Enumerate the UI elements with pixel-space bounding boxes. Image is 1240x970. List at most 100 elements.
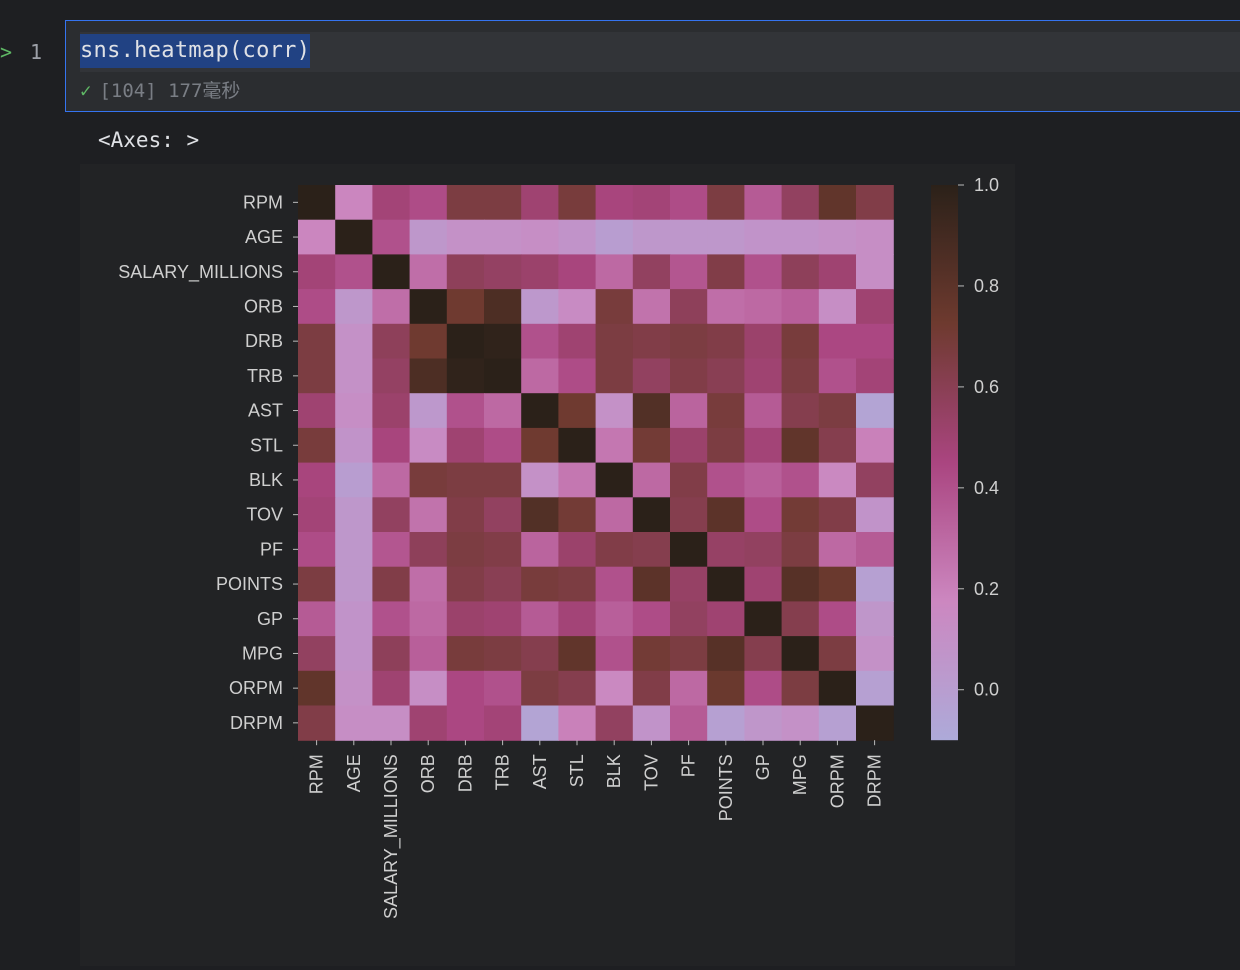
heatmap-cell-AGE-TOV bbox=[632, 219, 671, 255]
heatmap-cell-STL-GP bbox=[744, 427, 783, 464]
line-number: 1 bbox=[30, 40, 43, 64]
heatmap-cell-TOV-PF bbox=[670, 497, 708, 533]
heatmap-cell-AST-DRB bbox=[446, 393, 485, 429]
heatmap-cell-MPG-AGE bbox=[335, 636, 373, 672]
heatmap-cell-GP-SALARY_MILLIONS bbox=[372, 601, 411, 637]
y-tick-label: STL bbox=[250, 435, 283, 455]
heatmap-cell-TRB-AGE bbox=[335, 358, 373, 394]
heatmap-cell-AGE-POINTS bbox=[707, 219, 745, 255]
heatmap-cell-MPG-AST bbox=[521, 636, 559, 672]
code-editor-line[interactable]: sns.heatmap(corr) bbox=[80, 32, 1240, 72]
heatmap-cell-GP-POINTS bbox=[707, 601, 745, 637]
x-tick-label: ORB bbox=[418, 754, 438, 793]
heatmap-cell-AGE-DRPM bbox=[856, 219, 894, 255]
heatmap-cell-ORPM-DRPM bbox=[856, 670, 894, 707]
heatmap-cell-DRPM-ORPM bbox=[818, 705, 857, 741]
colorbar-tick-label: 1.0 bbox=[974, 175, 999, 195]
heatmap-cell-ORPM-PF bbox=[670, 670, 708, 707]
heatmap-cell-MPG-TRB bbox=[484, 636, 522, 672]
heatmap-cell-TRB-TOV bbox=[632, 358, 671, 394]
heatmap-cell-SALARY_MILLIONS-DRPM bbox=[856, 254, 894, 290]
y-tick-label: PF bbox=[260, 539, 283, 559]
heatmap-cell-SALARY_MILLIONS-BLK bbox=[595, 254, 634, 290]
heatmap-cell-TOV-DRB bbox=[446, 497, 485, 533]
heatmap-cell-GP-DRPM bbox=[856, 601, 894, 637]
heatmap-cell-POINTS-ORPM bbox=[818, 566, 857, 602]
heatmap-cell-SALARY_MILLIONS-ORPM bbox=[818, 254, 857, 290]
heatmap-cell-AST-MPG bbox=[781, 393, 820, 429]
heatmap-cell-STL-TOV bbox=[632, 427, 671, 464]
heatmap-cell-DRB-RPM bbox=[298, 323, 336, 360]
heatmap-cell-DRB-MPG bbox=[781, 323, 820, 360]
heatmap-cell-DRPM-AST bbox=[521, 705, 559, 741]
heatmap-cell-DRPM-RPM bbox=[298, 705, 336, 741]
heatmap-cell-DRPM-AGE bbox=[335, 705, 373, 741]
heatmap-cell-STL-PF bbox=[670, 427, 708, 464]
heatmap-cell-DRB-DRPM bbox=[856, 323, 894, 360]
heatmap-cell-POINTS-MPG bbox=[781, 566, 820, 602]
heatmap-cell-AGE-MPG bbox=[781, 219, 820, 255]
heatmap-cell-ORPM-POINTS bbox=[707, 670, 745, 707]
y-tick-label: AST bbox=[248, 401, 283, 421]
heatmap-cell-TOV-AST bbox=[521, 497, 559, 533]
heatmap-cell-SALARY_MILLIONS-TRB bbox=[484, 254, 522, 290]
heatmap-cell-BLK-RPM bbox=[298, 462, 336, 498]
heatmap-cell-POINTS-POINTS bbox=[707, 566, 745, 602]
heatmap-cell-AST-POINTS bbox=[707, 393, 745, 429]
heatmap-cell-STL-ORB bbox=[409, 427, 448, 464]
heatmap-cell-ORPM-STL bbox=[558, 670, 597, 707]
heatmap-cell-POINTS-GP bbox=[744, 566, 783, 602]
heatmap-cell-ORB-PF bbox=[670, 289, 708, 325]
code-cell[interactable]: sns.heatmap(corr) ✓ [104] 177毫秒 bbox=[65, 20, 1240, 112]
x-tick-label: TOV bbox=[641, 754, 661, 791]
heatmap-cell-GP-TOV bbox=[632, 601, 671, 637]
heatmap-cell-RPM-STL bbox=[558, 185, 597, 221]
run-cell-arrow-icon[interactable]: > bbox=[0, 40, 16, 64]
heatmap-cell-GP-AGE bbox=[335, 601, 373, 637]
heatmap-cell-DRB-GP bbox=[744, 323, 783, 360]
y-tick-label: TRB bbox=[247, 366, 283, 386]
heatmap-cell-STL-ORPM bbox=[818, 427, 857, 464]
heatmap-cell-AST-TOV bbox=[632, 393, 671, 429]
heatmap-cell-RPM-BLK bbox=[595, 185, 634, 221]
heatmap-cell-AST-AST bbox=[521, 393, 559, 429]
heatmap-cell-GP-MPG bbox=[781, 601, 820, 637]
y-tick-label: BLK bbox=[249, 470, 283, 490]
code-text[interactable]: sns.heatmap(corr) bbox=[80, 34, 311, 68]
x-tick-label: DRPM bbox=[865, 754, 885, 807]
heatmap-cell-POINTS-SALARY_MILLIONS bbox=[372, 566, 411, 602]
heatmap-cell-BLK-DRPM bbox=[856, 462, 894, 498]
heatmap-cell-STL-AGE bbox=[335, 427, 373, 464]
heatmap-cell-BLK-MPG bbox=[781, 462, 820, 498]
x-tick-label: RPM bbox=[307, 754, 327, 794]
heatmap-cell-SALARY_MILLIONS-RPM bbox=[298, 254, 336, 290]
heatmap-cell-RPM-DRB bbox=[446, 185, 485, 221]
x-tick-label: MPG bbox=[790, 754, 810, 795]
heatmap-cell-STL-DRPM bbox=[856, 427, 894, 464]
heatmap-cell-BLK-ORPM bbox=[818, 462, 857, 498]
heatmap-cell-GP-ORB bbox=[409, 601, 448, 637]
heatmap-cell-POINTS-STL bbox=[558, 566, 597, 602]
heatmap-cell-RPM-MPG bbox=[781, 185, 820, 221]
y-tick-label: POINTS bbox=[216, 574, 283, 594]
heatmap-cell-TRB-MPG bbox=[781, 358, 820, 394]
heatmap-cell-TOV-TRB bbox=[484, 497, 522, 533]
heatmap-cell-SALARY_MILLIONS-ORB bbox=[409, 254, 448, 290]
heatmap-cell-MPG-STL bbox=[558, 636, 597, 672]
heatmap-cell-POINTS-AGE bbox=[335, 566, 373, 602]
heatmap-cell-MPG-MPG bbox=[781, 636, 820, 672]
heatmap-cell-ORPM-BLK bbox=[595, 670, 634, 707]
heatmap-cell-AGE-AST bbox=[521, 219, 559, 255]
heatmap-cell-BLK-GP bbox=[744, 462, 783, 498]
heatmap-cell-AST-PF bbox=[670, 393, 708, 429]
heatmap-cell-ORPM-TOV bbox=[632, 670, 671, 707]
heatmap-cell-PF-SALARY_MILLIONS bbox=[372, 532, 411, 568]
heatmap-cell-ORB-TRB bbox=[484, 289, 522, 325]
heatmap-cell-TRB-ORPM bbox=[818, 358, 857, 394]
x-tick-label: AST bbox=[530, 754, 550, 789]
heatmap-cell-SALARY_MILLIONS-AST bbox=[521, 254, 559, 290]
colorbar-tick-label: 0.2 bbox=[974, 579, 999, 599]
heatmap-cell-MPG-RPM bbox=[298, 636, 336, 672]
heatmap-cell-SALARY_MILLIONS-STL bbox=[558, 254, 597, 290]
execution-status: ✓ [104] 177毫秒 bbox=[80, 79, 240, 103]
